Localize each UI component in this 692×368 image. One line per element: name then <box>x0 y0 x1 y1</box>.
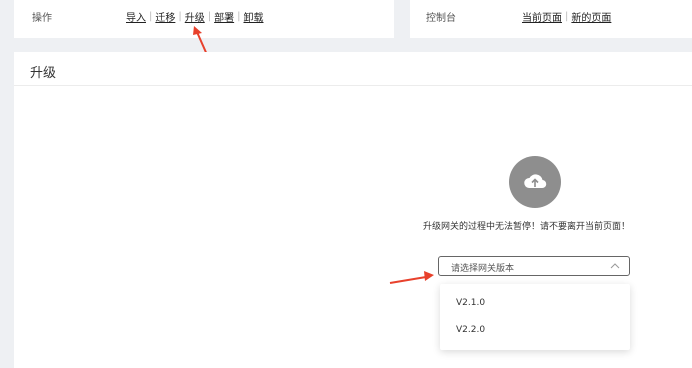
warning-text: 升级网关的过程中无法暂停！请不要离开当前页面！ <box>423 222 631 232</box>
version-select[interactable]: 请选择网关版本 <box>438 256 630 276</box>
version-dropdown: V2.1.0 V2.2.0 <box>440 284 630 350</box>
upgrade-link[interactable]: 升级 <box>185 9 205 24</box>
cloud-upload-icon <box>509 156 561 208</box>
operations-label: 操作 <box>32 13 52 24</box>
separator: | <box>237 11 241 22</box>
version-option[interactable]: V2.1.0 <box>456 298 485 308</box>
chevron-up-icon <box>610 263 620 269</box>
separator: | <box>207 11 212 22</box>
deploy-link[interactable]: 部署 <box>214 9 234 24</box>
separator: | <box>565 11 569 22</box>
current-page-link[interactable]: 当前页面 <box>522 9 562 24</box>
divider <box>14 85 692 86</box>
separator: | <box>149 11 153 22</box>
operations-links: 导入 | 迁移 | 升级 | 部署 | 卸载 <box>126 9 264 24</box>
select-placeholder: 请选择网关版本 <box>451 264 515 274</box>
new-page-link[interactable]: 新的页面 <box>571 9 611 24</box>
console-links: 当前页面 | 新的页面 <box>522 9 611 24</box>
migrate-link[interactable]: 迁移 <box>155 9 175 24</box>
version-option[interactable]: V2.2.0 <box>456 325 485 335</box>
page-title: 升级 <box>30 66 57 81</box>
console-card: 控制台 当前页面 | 新的页面 <box>410 0 692 38</box>
import-link[interactable]: 导入 <box>126 9 146 24</box>
console-label: 控制台 <box>426 13 456 24</box>
annotation-arrow-icon <box>389 271 434 284</box>
separator: | <box>178 11 182 22</box>
uninstall-link[interactable]: 卸载 <box>244 9 264 24</box>
